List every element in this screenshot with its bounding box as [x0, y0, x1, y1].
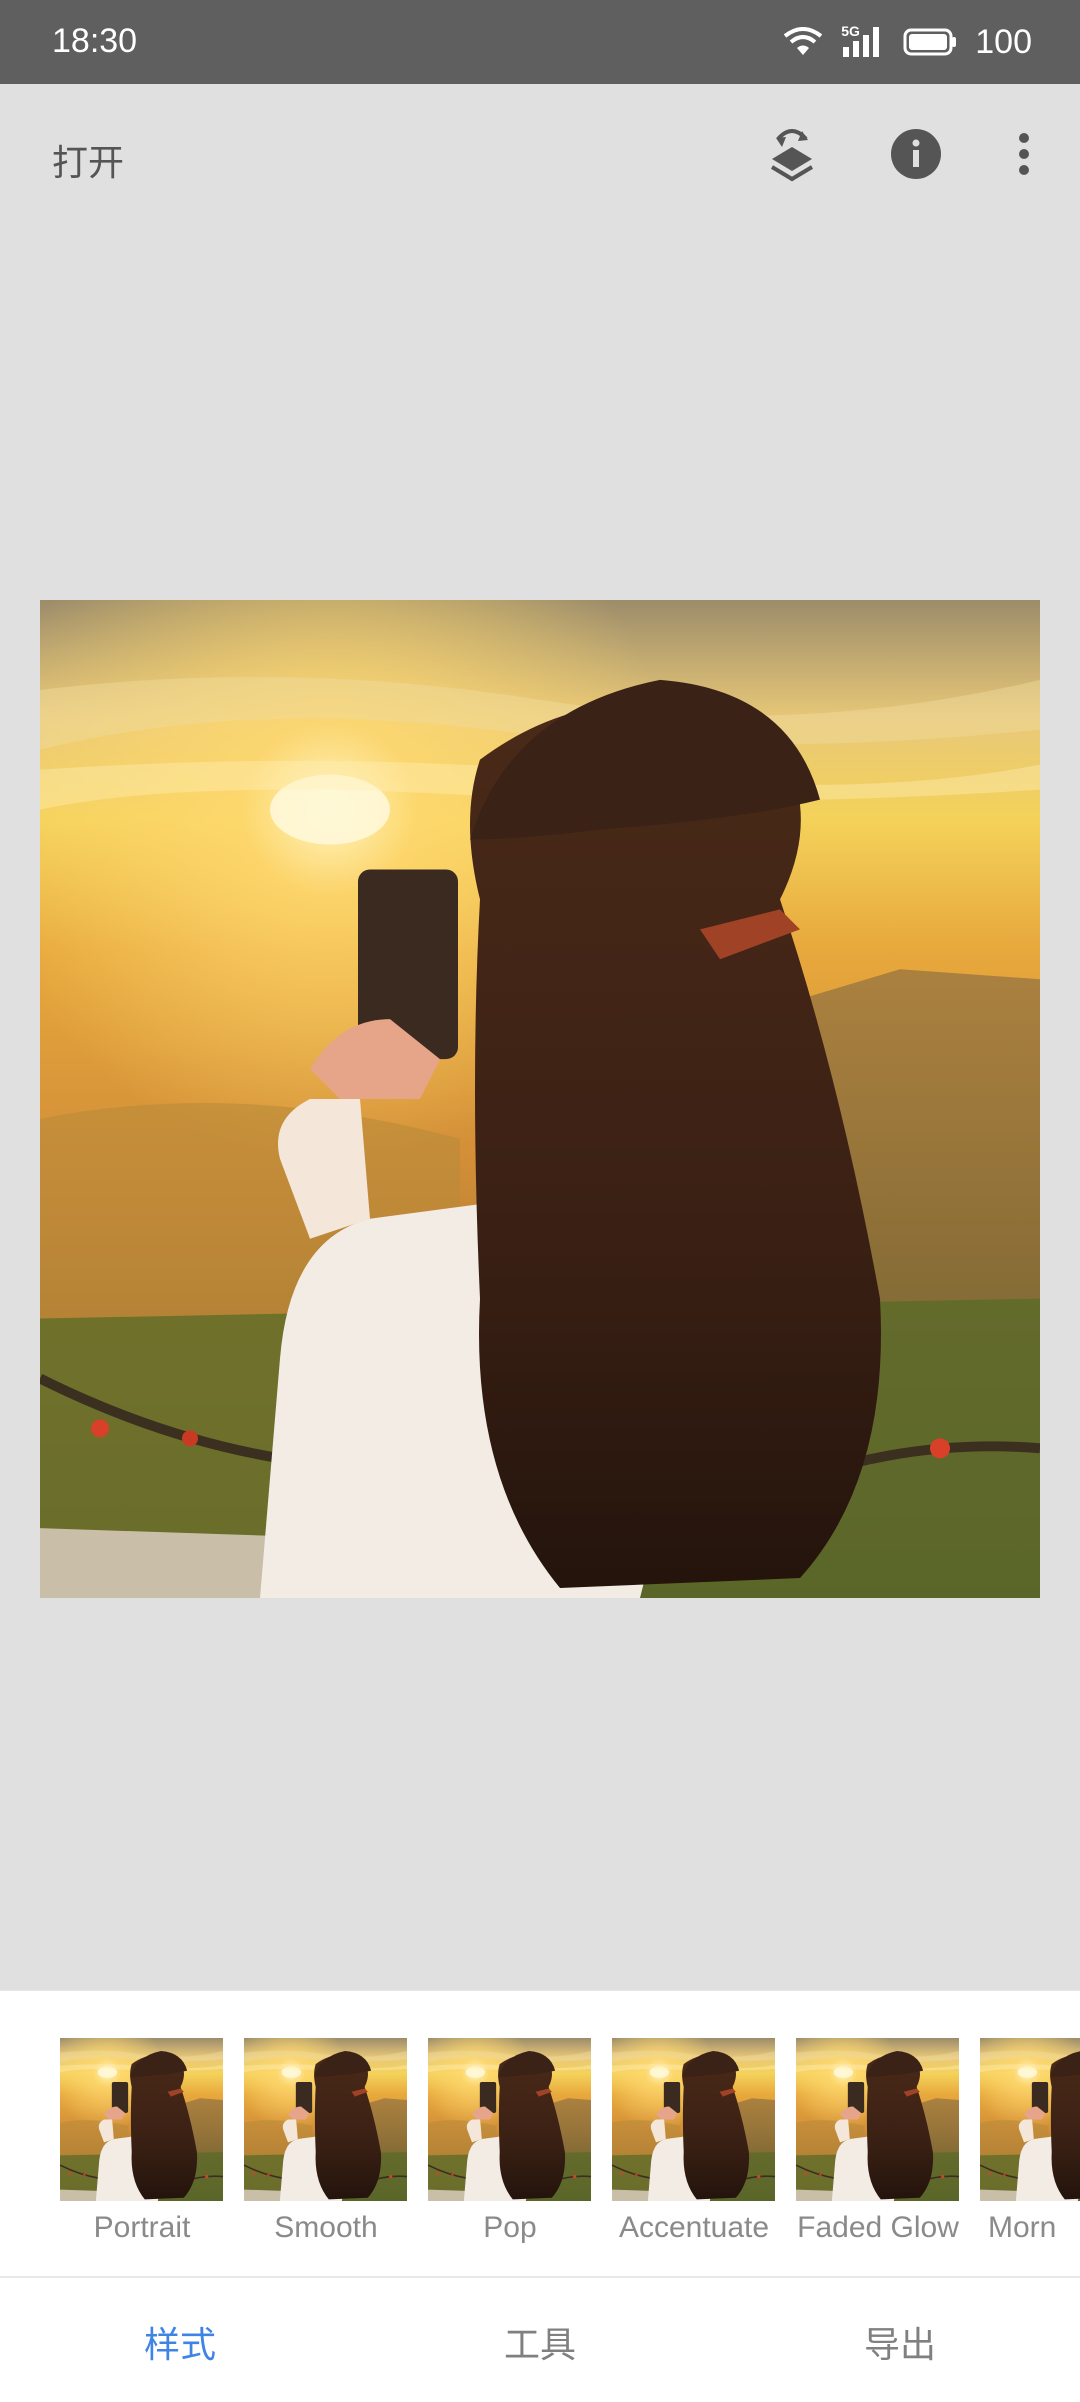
info-icon[interactable]	[886, 124, 946, 184]
app-bar: 打开	[0, 84, 1080, 224]
more-vert-icon[interactable]	[994, 124, 1054, 184]
photo-preview[interactable]	[40, 600, 1040, 1598]
style-thumbnail	[428, 2038, 591, 2201]
style-label: Smooth	[274, 2211, 378, 2244]
style-label: Faded Glow	[797, 2211, 959, 2244]
style-item-smooth[interactable]: Smooth	[244, 2038, 407, 2245]
status-bar: 18:30 5G 100	[0, 0, 1080, 84]
style-item-portrait[interactable]: Portrait	[60, 2038, 223, 2245]
layers-undo-icon[interactable]	[762, 124, 822, 184]
style-thumbnail	[244, 2038, 407, 2201]
status-time: 18:30	[52, 22, 138, 60]
battery-icon	[903, 28, 957, 56]
wifi-icon	[784, 27, 823, 55]
style-label: Portrait	[93, 2211, 191, 2244]
tab-styles[interactable]: 样式	[80, 2316, 280, 2368]
style-thumbnail	[612, 2038, 775, 2201]
style-item-pop[interactable]: Pop	[428, 2038, 591, 2245]
battery-level: 100	[975, 22, 1032, 61]
tab-tools[interactable]: 工具	[440, 2316, 640, 2368]
cellular-5g-icon: 5G	[841, 23, 885, 59]
style-label: Pop	[483, 2211, 537, 2244]
style-item-morning[interactable]: Morn	[980, 2038, 1080, 2245]
style-item-accentuate[interactable]: Accentuate	[612, 2038, 775, 2245]
open-button[interactable]: 打开	[52, 134, 124, 186]
style-thumbnail	[980, 2038, 1080, 2201]
style-label: Morn	[988, 2211, 1057, 2244]
style-thumbnail	[796, 2038, 959, 2201]
style-thumbnail	[60, 2038, 223, 2201]
bottom-nav: 样式 工具 导出	[0, 2276, 1080, 2402]
tab-export[interactable]: 导出	[800, 2316, 1000, 2368]
style-item-faded-glow[interactable]: Faded Glow	[796, 2038, 959, 2245]
status-icons: 5G 100	[783, 18, 1032, 66]
style-label: Accentuate	[618, 2211, 770, 2244]
styles-panel: Portrait Smooth Pop Accentuate Faded Glo…	[0, 1990, 1080, 2277]
